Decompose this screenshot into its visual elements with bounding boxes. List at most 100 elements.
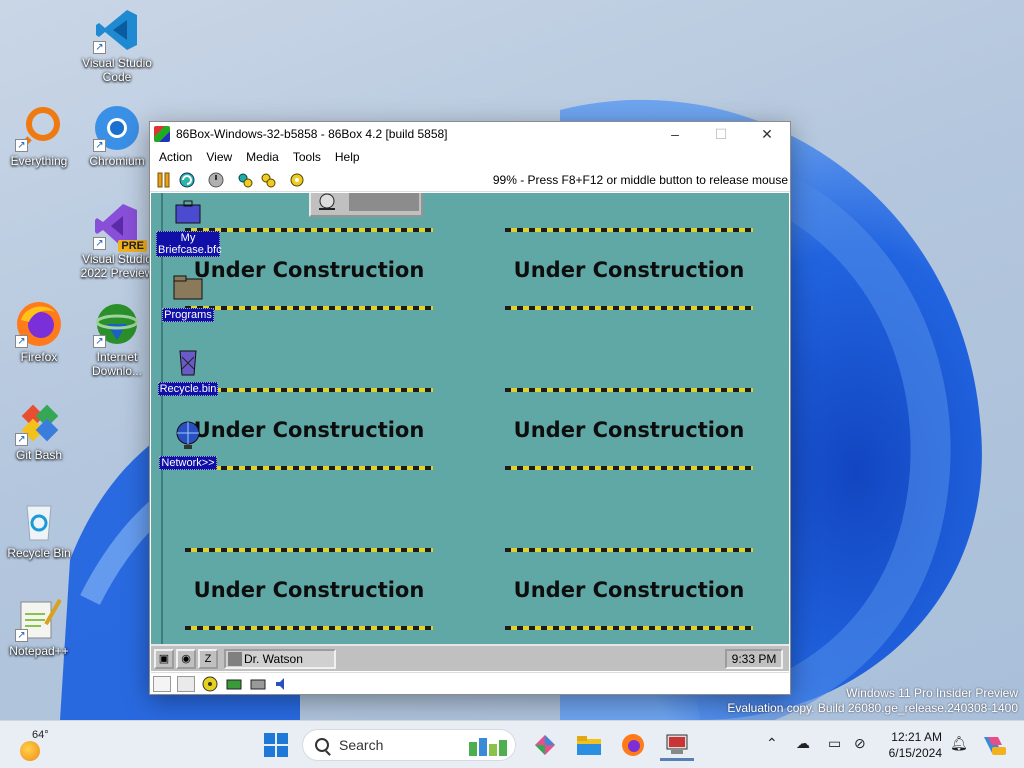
- desktop-icon-label: Internet Downlo...: [91, 350, 143, 378]
- guest-taskbar: ▣ ◉ Z Dr. Watson 9:33 PM: [151, 644, 789, 671]
- search-box[interactable]: Search: [302, 729, 516, 761]
- emulated-screen[interactable]: Under Construction Under Construction Un…: [151, 193, 789, 644]
- guest-taskbar-item[interactable]: Dr. Watson: [224, 648, 336, 669]
- network-globe-icon: [172, 419, 204, 451]
- guest-icon-recycle[interactable]: Recycle.bin: [153, 345, 223, 397]
- warning-stripe: [505, 228, 753, 232]
- maximize-button[interactable]: ☐: [698, 122, 744, 146]
- taskbar-gem-app-icon[interactable]: [528, 729, 562, 761]
- temperature: 64°: [32, 729, 49, 741]
- guest-window-fragment-panel: [349, 193, 419, 211]
- window-title: 86Box-Windows-32-b5858 - 86Box 4.2 [buil…: [176, 127, 448, 141]
- desktop-icon-label: Chromium: [89, 154, 145, 168]
- cad-icon[interactable]: [258, 170, 278, 190]
- window-titlebar[interactable]: 86Box-Windows-32-b5858 - 86Box 4.2 [buil…: [150, 122, 790, 146]
- hdd-icon[interactable]: [225, 676, 243, 692]
- network-card-icon[interactable]: [249, 676, 267, 692]
- magnifier-icon: ↗: [15, 104, 63, 152]
- desktop-icon-chromium[interactable]: ↗ Chromium: [78, 104, 156, 168]
- reset-icon[interactable]: [177, 170, 197, 190]
- tray-chevron-up-icon[interactable]: ⌃: [766, 735, 778, 752]
- desktop-icon-label: Visual Studio 2022 Preview: [80, 252, 154, 280]
- firefox-icon: ↗: [15, 300, 63, 348]
- mouse-release-status: 99% - Press F8+F12 or middle button to r…: [492, 172, 788, 187]
- windows-taskbar: 64° Search ⌃ ☁ ▭ ⊘ 12:21 AM 6/15/2024 🔔︎: [0, 720, 1024, 768]
- guest-icon-programs[interactable]: Programs: [153, 271, 223, 323]
- guest-icon-label: My Briefcase.bfc: [156, 231, 222, 257]
- desktop-icon-label: Firefox: [20, 350, 58, 364]
- banner-text: Under Construction: [513, 418, 745, 442]
- guest-icon-network[interactable]: Network>>: [153, 419, 223, 471]
- desktop-icon-git-bash[interactable]: ↗ Git Bash: [0, 398, 78, 462]
- desktop-icon-firefox[interactable]: ↗ Firefox: [0, 300, 78, 364]
- desktop-icon-label: Visual Studio Code: [82, 56, 152, 84]
- toolbar: 99% - Press F8+F12 or middle button to r…: [150, 168, 790, 192]
- start-button[interactable]: [264, 733, 288, 757]
- warning-stripe: [185, 626, 433, 630]
- dr-watson-icon: [228, 651, 242, 666]
- guest-icon-label: Network>>: [159, 456, 217, 470]
- search-highlight-icon: [469, 738, 507, 756]
- weather-widget[interactable]: 64°: [18, 729, 68, 763]
- guest-eye-icon[interactable]: ◉: [176, 648, 196, 669]
- emulator-window[interactable]: 86Box-Windows-32-b5858 - 86Box 4.2 [buil…: [149, 121, 791, 695]
- minimize-button[interactable]: –: [652, 122, 698, 146]
- search-label: Search: [339, 737, 384, 753]
- desktop-icon-recycle-bin[interactable]: Recycle Bin: [0, 496, 78, 560]
- copilot-icon[interactable]: [976, 729, 1010, 761]
- guest-taskbar-item-label: Dr. Watson: [244, 651, 303, 666]
- desktop-icon-label: Recycle Bin: [7, 546, 71, 560]
- folder-icon: [172, 271, 204, 303]
- menu-view[interactable]: View: [199, 150, 239, 164]
- close-button[interactable]: ✕: [744, 122, 790, 146]
- taskbar-file-explorer-icon[interactable]: [572, 729, 606, 761]
- warning-stripe: [505, 306, 753, 310]
- notepadpp-icon: ↗: [15, 594, 63, 642]
- menu-action[interactable]: Action: [152, 150, 199, 164]
- taskbar-firefox-icon[interactable]: [616, 729, 650, 761]
- vscode-icon: ↗: [93, 6, 141, 54]
- settings-icon[interactable]: [235, 170, 255, 190]
- notification-bell-icon[interactable]: 🔔︎: [950, 735, 968, 752]
- guest-start-icon[interactable]: ▣: [154, 648, 174, 669]
- chromium-icon: ↗: [93, 104, 141, 152]
- taskbar-86box-icon[interactable]: [660, 729, 694, 761]
- menu-help[interactable]: Help: [328, 150, 367, 164]
- tray-onedrive-offline-icon[interactable]: ☁: [796, 735, 810, 752]
- tray-display-icon[interactable]: ▭: [828, 735, 841, 752]
- floppy-b-icon[interactable]: [177, 675, 195, 692]
- banner-text: Under Construction: [193, 578, 425, 602]
- tray-network-icon[interactable]: ⊘: [854, 735, 866, 752]
- doctor-icon: [319, 193, 335, 210]
- watermark-line-1: Windows 11 Pro Insider Preview: [846, 686, 1018, 700]
- desktop-icon-internet-download[interactable]: ↗ Internet Downlo...: [78, 300, 156, 378]
- watermark-line-2: Evaluation copy. Build 26080.ge_release.…: [727, 701, 1018, 715]
- desktop-icon-label: Notepad++: [9, 644, 69, 658]
- guest-icon-label: Recycle.bin: [157, 382, 219, 396]
- desktop-icon-notepadpp[interactable]: ↗ Notepad++: [0, 594, 78, 658]
- git-icon: ↗: [15, 398, 63, 446]
- guest-icon-my-briefcase[interactable]: My Briefcase.bfc: [153, 197, 223, 258]
- guest-window-fragment[interactable]: [309, 193, 423, 217]
- under-construction-banner: Under Construction: [505, 228, 753, 320]
- guest-z-icon[interactable]: Z: [198, 648, 218, 669]
- guest-clock: 9:33 PM: [725, 648, 783, 669]
- under-construction-banner: Under Construction: [185, 548, 433, 640]
- menu-tools[interactable]: Tools: [286, 150, 328, 164]
- warning-stripe: [505, 466, 753, 470]
- power-icon[interactable]: [206, 170, 226, 190]
- clock-date: 6/15/2024: [888, 746, 942, 760]
- machine-settings-icon[interactable]: [287, 170, 307, 190]
- pause-icon[interactable]: [154, 170, 174, 190]
- banner-text: Under Construction: [513, 578, 745, 602]
- system-clock[interactable]: 12:21 AM 6/15/2024: [880, 729, 942, 761]
- cdrom-icon[interactable]: [201, 676, 219, 692]
- desktop-icon-visual-studio[interactable]: PRE ↗ Visual Studio 2022 Preview: [78, 202, 156, 280]
- desktop-icon-vscode[interactable]: ↗ Visual Studio Code: [78, 6, 156, 84]
- menu-bar: Action View Media Tools Help: [150, 146, 790, 168]
- floppy-icon[interactable]: [153, 675, 171, 692]
- desktop-icon-everything[interactable]: ↗ Everything: [0, 104, 78, 168]
- sound-icon[interactable]: [273, 676, 291, 692]
- pre-badge: PRE: [118, 240, 147, 252]
- menu-media[interactable]: Media: [239, 150, 286, 164]
